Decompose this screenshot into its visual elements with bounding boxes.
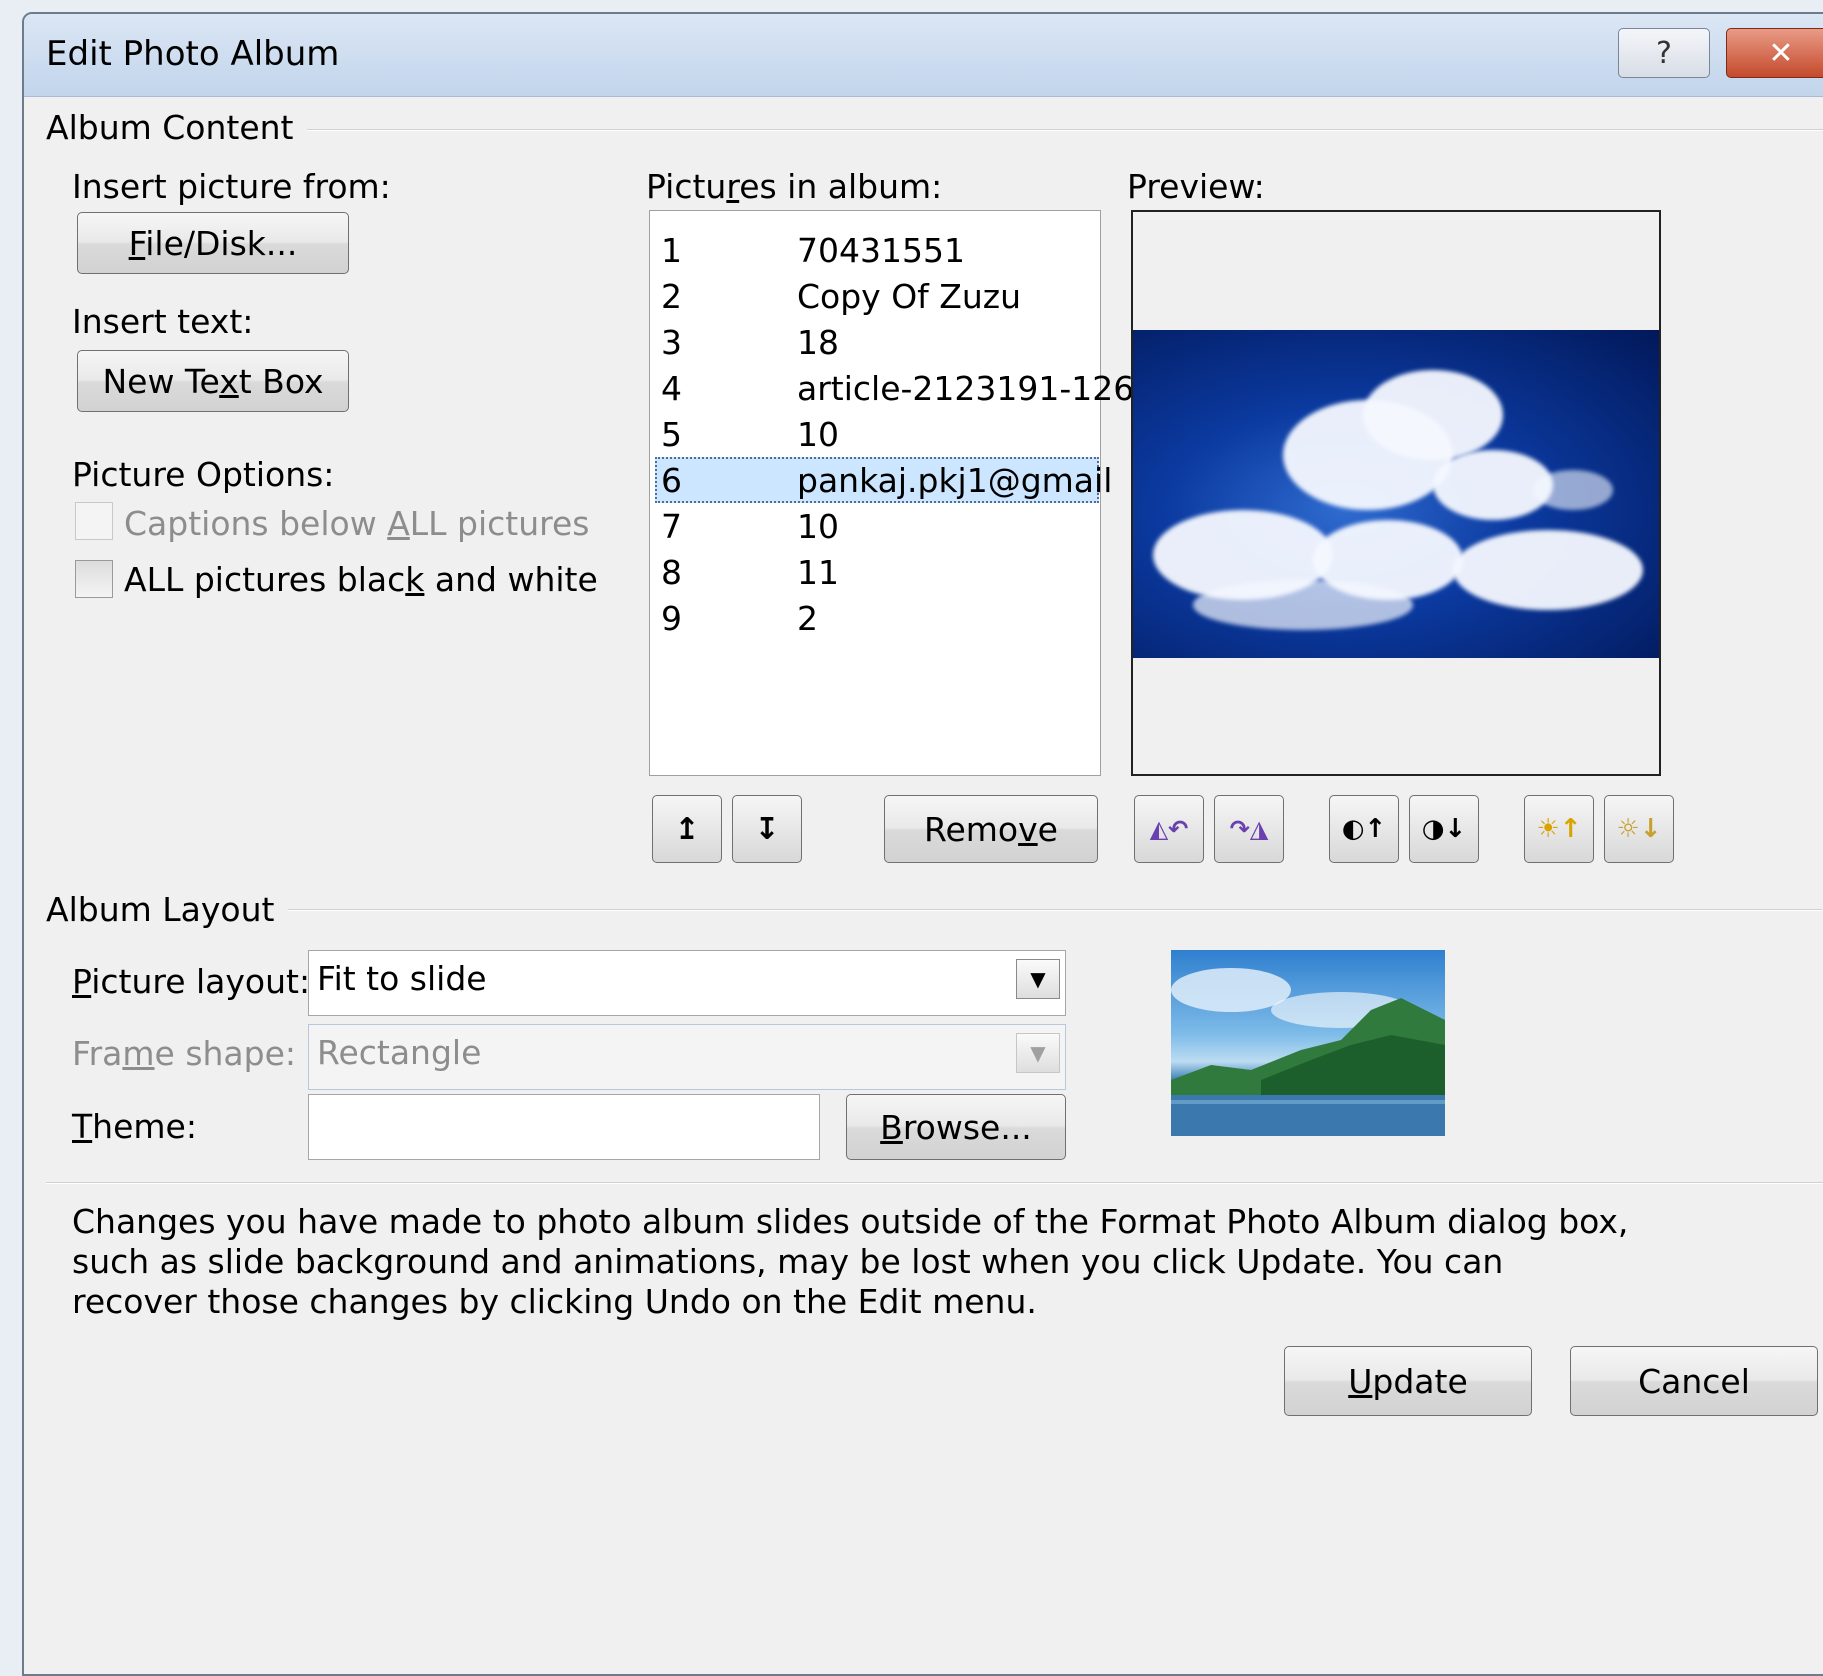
preview-pane [1131, 210, 1661, 776]
title-bar[interactable]: Edit Photo Album ? ✕ [24, 14, 1823, 97]
remove-button-label: Remove [924, 809, 1058, 849]
move-down-button[interactable]: ↧ [732, 795, 802, 863]
black-white-checkbox[interactable] [75, 560, 113, 598]
rotate-left-icon: ◭↶ [1149, 815, 1189, 843]
frame-shape-select[interactable]: Rectangle ▼ [308, 1024, 1066, 1090]
brightness-up-icon: ☀↑ [1536, 814, 1582, 844]
preview-image [1133, 330, 1659, 658]
frame-shape-label: Frame shape: [72, 1034, 297, 1073]
list-item-selected[interactable]: 6 pankaj.pkj1@gmail [655, 457, 1112, 503]
list-item[interactable]: 5 10 [655, 411, 1099, 457]
album-layout-divider [252, 909, 1822, 911]
edit-photo-album-dialog: Edit Photo Album ? ✕ Album Content Inser… [22, 12, 1823, 1676]
insert-text-label: Insert text: [72, 302, 254, 341]
browse-button-label: Browse... [880, 1107, 1032, 1147]
theme-label: Theme: [72, 1107, 197, 1146]
picture-layout-label: Picture layout: [72, 962, 311, 1001]
captions-checkbox[interactable] [75, 502, 113, 540]
update-warning-note: Changes you have made to photo album sli… [72, 1202, 1629, 1321]
brightness-down-button[interactable]: ☼↓ [1604, 795, 1674, 863]
pictures-in-album-label: Pictures in album: [646, 167, 943, 206]
list-item[interactable]: 2 Copy Of Zuzu [655, 273, 1099, 319]
captions-checkbox-label: Captions below ALL pictures [124, 504, 590, 543]
insert-picture-label: Insert picture from: [72, 167, 391, 206]
chevron-down-icon[interactable]: ▼ [1016, 959, 1060, 999]
rotate-left-button[interactable]: ◭↶ [1134, 795, 1204, 863]
file-disk-button-label: File/Disk... [128, 223, 298, 263]
arrow-up-icon: ↥ [674, 811, 700, 847]
chevron-down-icon[interactable]: ▼ [1016, 1033, 1060, 1073]
list-item[interactable]: 3 18 [655, 319, 1099, 365]
rotate-right-icon: ↷◮ [1229, 815, 1269, 843]
remove-button[interactable]: Remove [884, 795, 1098, 863]
move-up-button[interactable]: ↥ [652, 795, 722, 863]
picture-options-label: Picture Options: [72, 455, 335, 494]
brightness-up-button[interactable]: ☀↑ [1524, 795, 1594, 863]
new-text-box-button-label: New Text Box [102, 361, 324, 401]
close-icon: ✕ [1768, 35, 1794, 71]
list-item[interactable]: 7 10 [655, 503, 1099, 549]
help-button[interactable]: ? [1618, 28, 1710, 78]
update-button[interactable]: Update [1284, 1346, 1532, 1416]
picture-layout-select[interactable]: Fit to slide ▼ [308, 950, 1066, 1016]
pictures-list[interactable]: 1 70431551 2 Copy Of Zuzu 3 18 4 article-212… [649, 210, 1155, 776]
album-layout-group-label: Album Layout [46, 890, 289, 929]
close-button[interactable]: ✕ [1726, 28, 1823, 78]
layout-thumbnail-image [1171, 950, 1445, 1136]
update-button-label: Update [1348, 1361, 1468, 1401]
dialog-title: Edit Photo Album [46, 34, 340, 74]
contrast-down-icon: ◑↓ [1421, 814, 1467, 844]
help-icon: ? [1656, 35, 1672, 71]
rotate-right-button[interactable]: ↷◮ [1214, 795, 1284, 863]
contrast-up-button[interactable]: ◐↑ [1329, 795, 1399, 863]
album-content-divider [264, 129, 1823, 131]
list-item[interactable]: 1 70431551 [655, 227, 1099, 273]
preview-label: Preview: [1127, 167, 1265, 206]
arrow-down-icon: ↧ [754, 811, 780, 847]
new-text-box-button[interactable]: New Text Box [77, 350, 349, 412]
list-item[interactable]: 92 [655, 595, 1099, 641]
contrast-down-button[interactable]: ◑↓ [1409, 795, 1479, 863]
theme-input[interactable] [308, 1094, 820, 1160]
file-disk-button[interactable]: File/Disk... [77, 212, 349, 274]
brightness-down-icon: ☼↓ [1616, 814, 1662, 844]
cancel-button[interactable]: Cancel [1570, 1346, 1818, 1416]
black-white-checkbox-label: ALL pictures black and white [124, 560, 598, 599]
contrast-up-icon: ◐↑ [1341, 814, 1387, 844]
browse-button[interactable]: Browse... [846, 1094, 1066, 1160]
note-divider [46, 1182, 1823, 1184]
list-item[interactable]: 8 11 [655, 549, 1099, 595]
album-content-group-label: Album Content [46, 108, 308, 147]
list-item[interactable]: 4 article-2123191-1268 [655, 365, 1155, 411]
